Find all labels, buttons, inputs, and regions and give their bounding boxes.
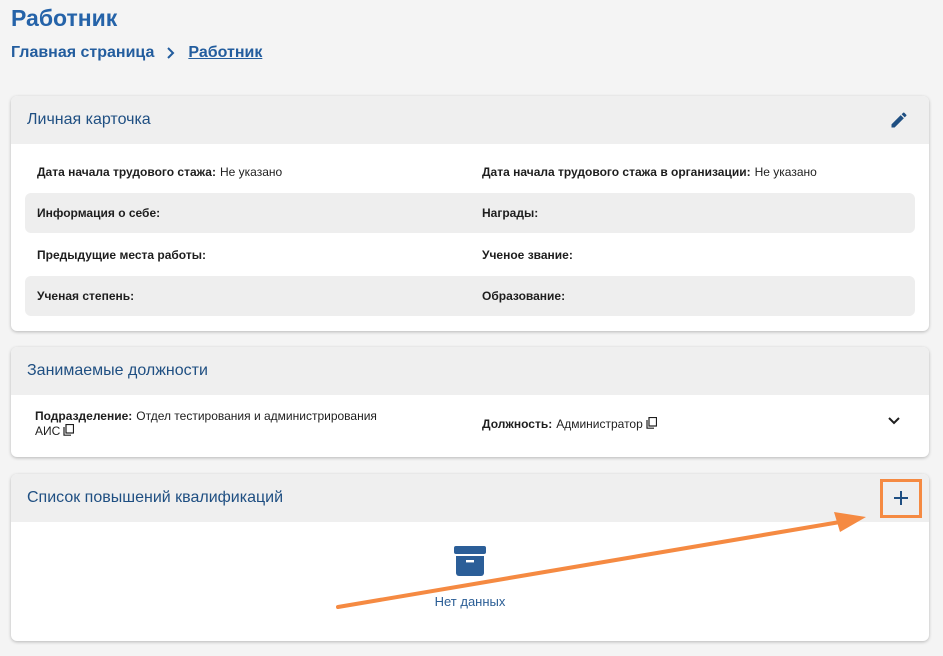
copy-icon[interactable] <box>63 423 75 440</box>
copy-icon[interactable] <box>646 417 657 432</box>
qualifications-card-header: Список повышений квалификаций <box>11 474 929 522</box>
positions-card-title: Занимаемые должности <box>27 362 208 379</box>
breadcrumb-home[interactable]: Главная страница <box>11 44 154 62</box>
position-label: Должность: <box>482 417 553 431</box>
info-row: Дата начала трудового стажа: Не указано Д… <box>25 152 915 192</box>
empty-state-text: Нет данных <box>434 594 506 609</box>
field-label: Предыдущие места работы: <box>37 248 206 262</box>
breadcrumb: Главная страница Работник <box>11 44 262 62</box>
field-value: Не указано <box>754 165 817 179</box>
field-label: Ученое звание: <box>482 248 573 262</box>
field-label: Награды: <box>482 206 539 220</box>
page-title: Работник <box>11 5 118 31</box>
empty-state: Нет данных <box>11 544 929 609</box>
chevron-right-icon <box>166 47 176 59</box>
qualifications-card-title: Список повышений квалификаций <box>27 489 284 506</box>
position-value: Администратор <box>556 417 643 431</box>
annotation-highlight-box <box>880 479 922 518</box>
breadcrumb-current[interactable]: Работник <box>188 44 262 62</box>
field-label: Образование: <box>482 289 566 303</box>
positions-card: Занимаемые должности Подразделение: Отдел… <box>11 347 929 457</box>
personal-card-header: Личная карточка <box>11 96 929 144</box>
archive-box-icon <box>454 546 486 576</box>
info-row: Информация о себе: Награды: <box>25 193 915 233</box>
qualifications-card: Список повышений квалификаций Нет данных <box>11 474 929 641</box>
field-label: Дата начала трудового стажа: <box>37 165 216 179</box>
chevron-down-icon[interactable] <box>886 415 902 430</box>
personal-card: Личная карточка Дата начала трудового ст… <box>11 96 929 331</box>
department-value-cont: АИС <box>35 424 61 439</box>
field-label: Информация о себе: <box>37 206 161 220</box>
positions-card-header: Занимаемые должности <box>11 347 929 395</box>
info-row: Ученая степень: Образование: <box>25 276 915 316</box>
info-row: Предыдущие места работы: Ученое звание: <box>25 235 915 275</box>
field-value: Не указано <box>219 165 283 179</box>
field-label: Дата начала трудового стажа в организаци… <box>482 165 751 179</box>
edit-button[interactable] <box>885 106 913 134</box>
personal-card-title: Личная карточка <box>27 111 151 128</box>
department-value: Отдел тестирования и администрирования <box>136 409 377 423</box>
department-label: Подразделение: <box>35 409 133 423</box>
field-label: Ученая степень: <box>37 289 135 303</box>
pencil-icon <box>891 112 907 128</box>
